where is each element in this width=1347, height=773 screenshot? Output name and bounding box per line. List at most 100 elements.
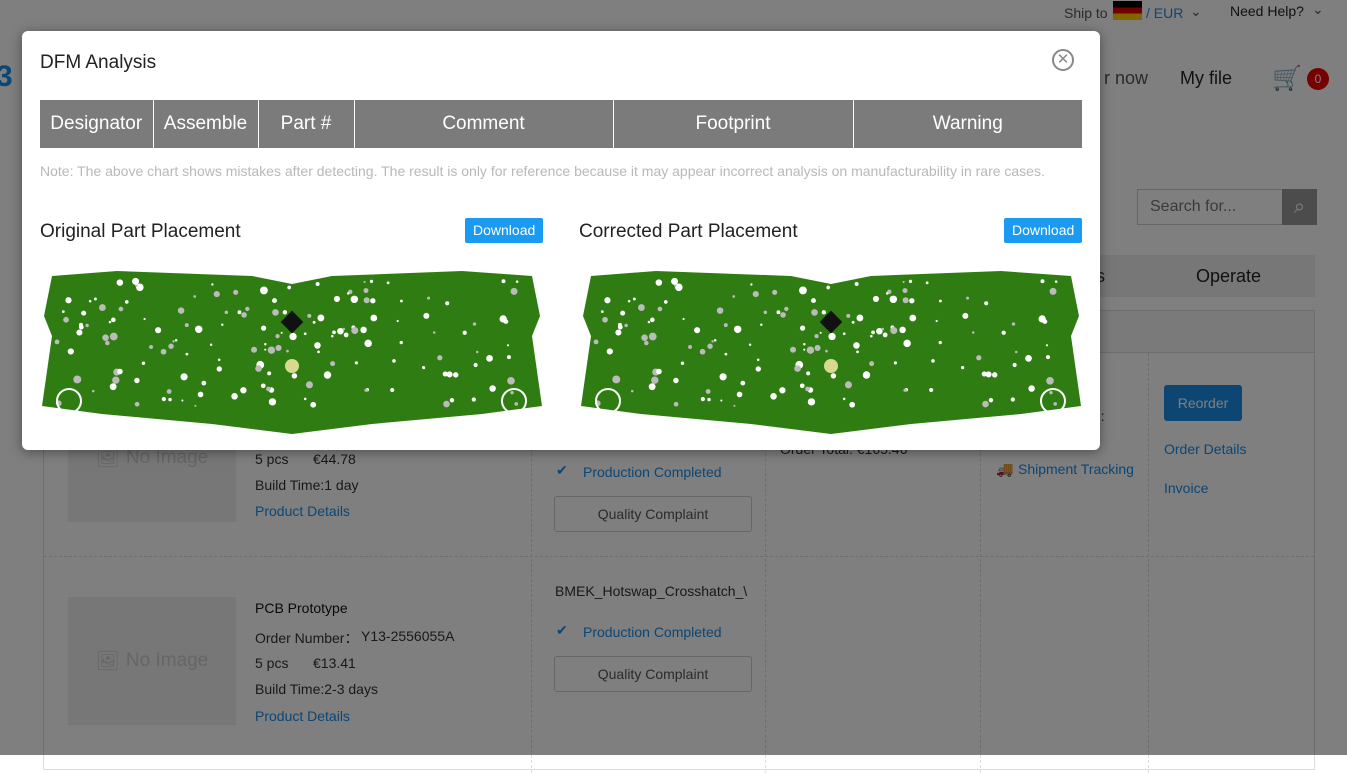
pcb-pad bbox=[784, 306, 789, 312]
pcb-pad bbox=[282, 310, 288, 315]
pcb-pad bbox=[312, 320, 316, 324]
column-part-number: Part # bbox=[257, 100, 355, 148]
pcb-pad bbox=[92, 389, 95, 393]
pcb-pad bbox=[805, 386, 810, 392]
pcb-pad bbox=[437, 355, 443, 361]
pcb-pad bbox=[760, 323, 763, 326]
pcb-pad bbox=[849, 401, 856, 408]
pcb-pad bbox=[333, 295, 340, 302]
pcb-pad bbox=[748, 343, 752, 347]
pcb-pad bbox=[61, 310, 65, 314]
pcb-pad bbox=[354, 361, 358, 365]
pcb-pad bbox=[135, 283, 144, 292]
pcb-pad bbox=[842, 332, 846, 336]
original-placement-title: Original Part Placement bbox=[40, 221, 241, 242]
pcb-pad bbox=[799, 325, 806, 331]
pcb-pad bbox=[396, 319, 399, 323]
pcb-pad bbox=[224, 310, 229, 315]
pcb-pad bbox=[656, 368, 662, 375]
pcb-pad bbox=[155, 327, 162, 334]
pcb-pad bbox=[360, 326, 367, 334]
pcb-pad bbox=[174, 338, 178, 342]
pcb-pad bbox=[1011, 322, 1016, 326]
original-pcb-image bbox=[42, 271, 542, 434]
pcb-pad bbox=[856, 314, 864, 322]
pcb-pad bbox=[65, 297, 72, 304]
pcb-pad bbox=[929, 387, 934, 393]
pcb-pad bbox=[514, 402, 519, 406]
pcb-pad bbox=[267, 371, 272, 376]
pcb-pad bbox=[854, 282, 859, 286]
pcb-pad bbox=[657, 306, 663, 312]
pcb-pad bbox=[671, 277, 679, 285]
pcb-pad bbox=[307, 313, 312, 318]
pcb-pad bbox=[794, 365, 801, 372]
pcb-pad bbox=[699, 348, 706, 355]
pcb-pad bbox=[984, 301, 989, 306]
pcb-pad bbox=[184, 323, 189, 328]
pcb-pad bbox=[663, 300, 668, 304]
pcb-pad bbox=[201, 380, 207, 386]
pcb-pad bbox=[632, 297, 636, 301]
pcb-pad bbox=[931, 359, 935, 363]
pcb-pad bbox=[231, 393, 238, 400]
pcb-pad bbox=[194, 325, 203, 334]
pcb-pad bbox=[370, 298, 376, 304]
pcb-pad bbox=[489, 385, 496, 392]
pcb-pad bbox=[593, 339, 599, 345]
close-icon[interactable]: ✕ bbox=[1052, 49, 1074, 71]
pcb-pad bbox=[423, 312, 430, 319]
pcb-pad bbox=[161, 397, 166, 402]
pcb-pad bbox=[806, 371, 811, 376]
pcb-pad bbox=[332, 330, 336, 335]
pcb-pad bbox=[181, 399, 184, 402]
pcb-pad bbox=[390, 387, 395, 393]
pcb-pad bbox=[903, 339, 911, 348]
pcb-pad bbox=[938, 340, 942, 345]
pcb-pad bbox=[688, 345, 693, 349]
pcb-pad bbox=[317, 350, 320, 354]
pcb-pad bbox=[982, 400, 989, 408]
pcb-pad bbox=[245, 306, 250, 312]
pcb-pad bbox=[624, 323, 628, 328]
pcb-pad bbox=[961, 366, 965, 370]
pcb-pad bbox=[180, 373, 188, 381]
download-original-button[interactable]: Download bbox=[465, 218, 544, 243]
pcb-pad bbox=[707, 343, 713, 349]
pcb-pad bbox=[814, 333, 819, 339]
pcb-board bbox=[581, 271, 1081, 434]
pcb-pad bbox=[872, 295, 879, 302]
pcb-pad bbox=[814, 344, 821, 351]
pcb-pad bbox=[935, 319, 938, 323]
pcb-pad bbox=[216, 366, 222, 372]
pcb-pad bbox=[134, 377, 140, 384]
pcb-pad bbox=[105, 340, 110, 346]
pcb-pad bbox=[606, 348, 613, 355]
pcb-pad bbox=[799, 286, 807, 295]
pcb-pad bbox=[323, 371, 332, 379]
pcb-pad bbox=[641, 334, 648, 341]
download-corrected-button[interactable]: Download bbox=[1004, 218, 1083, 243]
pcb-pad bbox=[255, 365, 262, 372]
pcb-pad bbox=[740, 380, 746, 386]
pcb-pad bbox=[856, 350, 859, 354]
pcb-pad bbox=[620, 310, 626, 316]
pcb-pad bbox=[700, 397, 705, 402]
pcb-pad bbox=[803, 348, 806, 351]
pcb-pad bbox=[853, 342, 860, 349]
pcb-pad bbox=[453, 372, 459, 378]
pcb-pad bbox=[363, 297, 370, 304]
pcb-pad bbox=[342, 327, 346, 331]
pcb-pad bbox=[473, 362, 478, 368]
pcb-pad bbox=[899, 326, 906, 334]
pcb-pad bbox=[443, 400, 450, 408]
pcb-pad bbox=[723, 323, 728, 328]
pcb-pad bbox=[266, 386, 271, 392]
pcb-pad bbox=[733, 325, 742, 334]
pcb-pad bbox=[694, 327, 701, 334]
pcb-pad bbox=[422, 366, 426, 370]
pcb-pad bbox=[510, 287, 518, 295]
pcb-pad bbox=[713, 338, 717, 342]
pcb-pad bbox=[310, 401, 317, 408]
pcb-pad bbox=[260, 383, 266, 389]
